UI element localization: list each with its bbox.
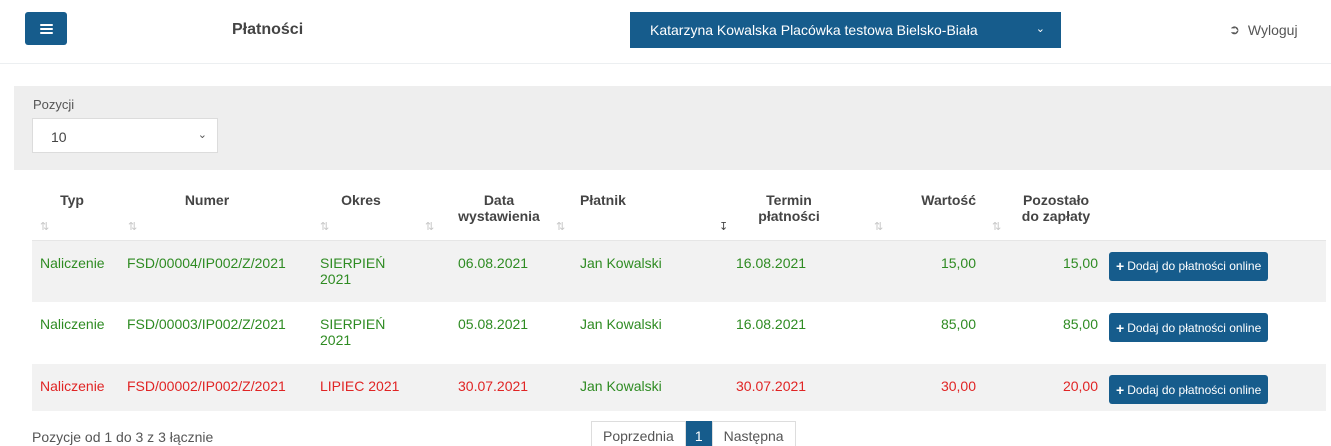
column-header-period[interactable]: Okres ⇅ <box>302 186 420 241</box>
pagination: Poprzednia 1 Następna <box>591 421 796 446</box>
action-cell: + Dodaj do płatności online <box>1104 240 1326 302</box>
sort-icon: ⇅ <box>992 220 1002 233</box>
period-cell: LIPIEC 2021 <box>302 364 420 411</box>
column-header-remaining[interactable]: Pozostało do zapłaty ⇅ <box>982 186 1104 241</box>
type-cell: Naliczenie <box>32 240 112 302</box>
column-header-label: Okres <box>341 192 381 208</box>
plus-icon: + <box>1116 319 1125 336</box>
column-header-label: Termin płatności <box>758 192 820 224</box>
number-cell: FSD/00002/IP002/Z/2021 <box>112 364 302 411</box>
logout-label: Wyloguj <box>1247 22 1298 38</box>
column-header-payer[interactable]: Płatnik ⇅ <box>552 186 714 241</box>
page-size-label: Pozycji <box>33 97 75 112</box>
sort-icon: ⇅ <box>40 220 50 233</box>
table-header-row: Typ ⇅ Numer ⇅ Okres ⇅ Data wystawienia ⇅ Pła… <box>32 186 1326 241</box>
issue-date-cell: 06.08.2021 <box>420 240 552 302</box>
due-date-cell: 16.08.2021 <box>714 240 864 302</box>
value-cell: 85,00 <box>940 316 976 332</box>
page-1-button[interactable]: 1 <box>685 421 712 446</box>
issue-date-cell: 05.08.2021 <box>458 316 529 332</box>
table-row: Naliczenie FSD/00002/IP002/Z/2021 LIPIEC… <box>32 364 1326 411</box>
column-header-label: Płatnik <box>580 192 626 208</box>
issue-date-cell: 30.07.2021 <box>420 364 552 411</box>
chevron-down-icon: ⌄ <box>1035 23 1045 35</box>
period-cell: SIERPIEŃ 2021 <box>320 316 386 348</box>
payer-cell: Jan Kowalski <box>552 240 714 302</box>
plus-icon: + <box>1116 258 1125 274</box>
menu-button[interactable] <box>25 12 67 45</box>
sort-icon: ⇅ <box>425 220 435 233</box>
chevron-down-icon: ⌄ <box>197 129 207 141</box>
add-online-payment-button[interactable]: + Dodaj do płatności online <box>1109 375 1269 404</box>
entries-info: Pozycje od 1 do 3 z 3 łącznie <box>32 429 214 445</box>
column-header-number[interactable]: Numer ⇅ <box>112 186 302 241</box>
sort-icon: ⇅ <box>556 220 566 233</box>
plus-icon: + <box>1116 381 1125 398</box>
table-row: Naliczenie FSD/00004/IP002/Z/2021 SIERPI… <box>32 240 1326 302</box>
logout-icon: ➲ <box>1229 22 1240 37</box>
number-cell: FSD/00003/IP002/Z/2021 <box>127 316 286 332</box>
add-online-payment-button[interactable]: + Dodaj do płatności online <box>1109 313 1269 342</box>
column-header-issue-date[interactable]: Data wystawienia ⇅ <box>420 186 552 241</box>
column-header-label: Numer <box>184 192 230 208</box>
column-header-label: Data wystawienia <box>458 192 540 224</box>
period-cell: SIERPIEŃ 2021 <box>302 240 420 302</box>
previous-page-button[interactable]: Poprzednia <box>591 421 686 446</box>
remaining-cell: 20,00 <box>982 364 1104 411</box>
sort-icon: ⇅ <box>128 220 138 233</box>
column-header-type[interactable]: Typ ⇅ <box>32 186 112 241</box>
remaining-cell: 15,00 <box>982 240 1104 302</box>
value-cell: 30,00 <box>864 364 982 411</box>
add-online-payment-label: Dodaj do płatności online <box>1127 320 1262 335</box>
hamburger-icon <box>39 23 53 34</box>
column-header-value[interactable]: Wartość ⇅ <box>864 186 982 241</box>
page-title: Płatności <box>232 21 304 38</box>
page-size-select[interactable]: 10 ⌄ <box>32 118 218 153</box>
number-cell: FSD/00004/IP002/Z/2021 <box>112 240 302 302</box>
remaining-cell: 85,00 <box>1062 316 1098 332</box>
column-header-label: Typ <box>60 192 84 208</box>
add-online-payment-label: Dodaj do płatności online <box>1127 382 1262 397</box>
payments-table: Typ ⇅ Numer ⇅ Okres ⇅ Data wystawienia ⇅ Pła… <box>32 186 1326 411</box>
due-date-cell: 16.08.2021 <box>736 316 807 332</box>
payer-cell: Jan Kowalski <box>552 364 714 411</box>
value-cell: 15,00 <box>864 240 982 302</box>
add-online-payment-label: Dodaj do płatności online <box>1127 259 1262 273</box>
action-cell: + Dodaj do płatności online <box>1104 364 1326 411</box>
due-date-cell: 30.07.2021 <box>714 364 864 411</box>
add-online-payment-button[interactable]: + Dodaj do płatności online <box>1109 251 1269 281</box>
location-select[interactable]: Katarzyna Kowalska Placówka testowa Biel… <box>630 12 1061 48</box>
payer-cell: Jan Kowalski <box>580 316 662 332</box>
logout-link[interactable]: ➲ Wyloguj <box>1229 22 1298 38</box>
table-row: Naliczenie FSD/00003/IP002/Z/2021 SIERPI… <box>32 302 1326 364</box>
sort-desc-icon: ↧ <box>719 220 729 233</box>
type-cell: Naliczenie <box>40 316 105 332</box>
action-cell: + Dodaj do płatności online <box>1104 302 1326 364</box>
sort-icon: ⇅ <box>320 220 330 233</box>
type-cell: Naliczenie <box>32 364 112 411</box>
column-header-label: Pozostało do zapłaty <box>1021 192 1091 224</box>
column-header-actions <box>1104 186 1326 241</box>
location-label: Katarzyna Kowalska Placówka testowa Biel… <box>650 22 978 38</box>
sort-icon: ⇅ <box>874 220 884 233</box>
column-header-due-date[interactable]: Termin płatności ↧ <box>714 186 864 241</box>
column-header-label: Wartość <box>921 192 976 208</box>
next-page-button[interactable]: Następna <box>711 421 796 446</box>
page-size-value: 10 <box>51 129 67 145</box>
top-bar: Płatności Katarzyna Kowalska Placówka te… <box>0 0 1331 64</box>
filter-panel: Pozycji 10 ⌄ <box>14 86 1331 170</box>
